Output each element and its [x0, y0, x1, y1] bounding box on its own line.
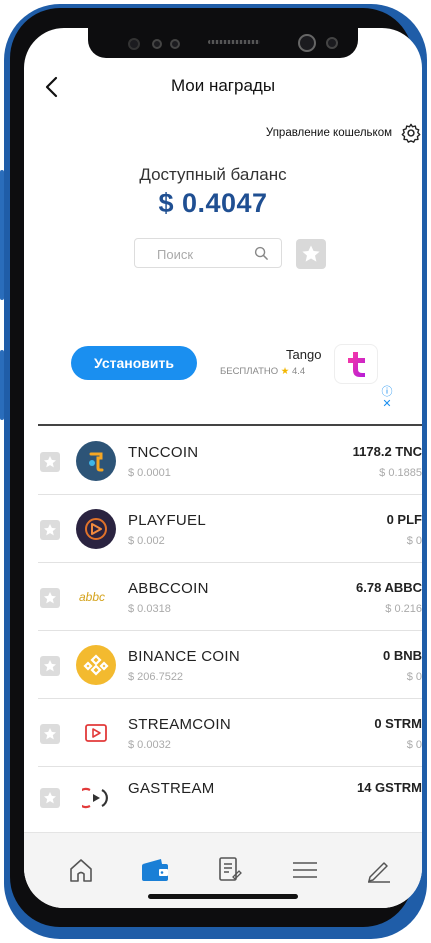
home-indicator[interactable] — [148, 894, 298, 899]
sensor-icon — [152, 39, 162, 49]
coin-name: STREAMCOIN — [128, 716, 232, 733]
star-icon[interactable] — [40, 452, 60, 472]
coin-price: $ 206.7522 — [128, 671, 184, 683]
coin-value: $ 0 — [406, 739, 422, 751]
gear-icon[interactable] — [400, 122, 422, 144]
tab-home[interactable] — [64, 853, 98, 887]
search-input[interactable] — [155, 246, 259, 263]
edit-icon[interactable] — [364, 855, 394, 885]
balance-label: Доступный баланс — [139, 165, 287, 184]
sensor-icon — [170, 39, 180, 49]
ad-app-name: Tango — [286, 347, 322, 362]
tab-wallet[interactable] — [138, 853, 172, 887]
star-icon — [302, 245, 320, 262]
phone-screen: Мои награды Управление кошельком Доступн… — [24, 28, 422, 908]
ad-controls[interactable]: ⓘ ✕ — [380, 386, 394, 412]
svg-text:abbc: abbc — [79, 590, 105, 604]
coin-price: $ 0.0318 — [128, 603, 171, 615]
menu-icon[interactable] — [290, 855, 320, 885]
sensor-icon — [326, 37, 338, 49]
star-icon[interactable] — [40, 724, 60, 744]
coin-value: $ 0.1885 — [379, 467, 422, 479]
tnccoin-logo-icon — [76, 441, 116, 481]
page-title: Мои награды — [170, 76, 276, 95]
coin-amount: 6.78 ABBC — [356, 580, 422, 595]
table-row[interactable]: GASTREAM 14 GSTRM — [38, 766, 422, 834]
app-header: Мои награды — [24, 68, 422, 108]
install-button[interactable]: Установить — [71, 346, 197, 380]
favorites-filter-button[interactable] — [296, 239, 326, 269]
gastream-logo-icon — [76, 778, 116, 818]
document-icon[interactable] — [214, 855, 244, 885]
coin-price: $ 0.0032 — [128, 739, 171, 751]
rating-star-icon: ★ — [280, 366, 290, 377]
streamcoin-logo-icon — [76, 713, 116, 753]
wallet-management-label[interactable]: Управление кошельком — [266, 127, 392, 139]
coin-amount: 1178.2 TNC — [352, 444, 422, 459]
star-icon[interactable] — [40, 520, 60, 540]
coin-value: $ 0 — [406, 535, 422, 547]
table-row[interactable]: TNCCOIN $ 0.0001 1178.2 TNC $ 0.1885 — [38, 426, 422, 495]
notch — [88, 28, 358, 58]
close-icon[interactable]: ✕ — [380, 398, 394, 410]
coin-amount: 14 GSTRM — [356, 780, 422, 795]
balance-value: $ 0.4047 — [158, 188, 268, 218]
table-row[interactable]: BINANCE COIN $ 206.7522 0 BNB $ 0 — [38, 630, 422, 699]
table-row[interactable]: abbc ABBCCOIN $ 0.0318 6.78 ABBC $ 0.216 — [38, 562, 422, 631]
table-row[interactable]: PLAYFUEL $ 0.002 0 PLF $ 0 — [38, 494, 422, 563]
camera-icon — [298, 34, 316, 52]
coin-name: TNCCOIN — [128, 444, 199, 461]
coin-price: $ 0.0001 — [128, 467, 171, 479]
star-icon[interactable] — [40, 588, 60, 608]
coin-amount: 0 PLF — [386, 512, 422, 527]
playfuel-logo-icon — [76, 509, 116, 549]
star-icon[interactable] — [40, 656, 60, 676]
power-button — [0, 350, 4, 420]
speaker-grille — [208, 40, 260, 44]
coin-name: ABBCCOIN — [128, 580, 209, 597]
coin-amount: 0 STRM — [374, 716, 422, 731]
search-box[interactable] — [134, 238, 282, 268]
wallet-icon[interactable] — [139, 855, 171, 885]
sensor-icon — [128, 38, 140, 50]
star-icon[interactable] — [40, 788, 60, 808]
table-row[interactable]: STREAMCOIN $ 0.0032 0 STRM $ 0 — [38, 698, 422, 767]
tango-logo[interactable] — [334, 344, 378, 384]
tab-documents[interactable] — [212, 853, 246, 887]
tab-menu[interactable] — [288, 853, 322, 887]
search-icon[interactable] — [254, 246, 269, 261]
tab-edit[interactable] — [362, 853, 396, 887]
coin-value: $ 0 — [406, 671, 422, 683]
wallet-management[interactable]: Управление кошельком — [266, 122, 422, 144]
coin-value: $ 0.216 — [385, 603, 422, 615]
ad-app-meta: БЕСПЛАТНО ★ 4.4 — [220, 366, 305, 377]
coin-name: BINANCE COIN — [128, 648, 240, 665]
ad-price-label: БЕСПЛАТНО — [220, 366, 279, 377]
home-icon[interactable] — [66, 855, 96, 885]
binance-logo-icon — [76, 645, 116, 685]
ad-banner[interactable]: Установить Tango БЕСПЛАТНО ★ 4.4 ⓘ ✕ — [24, 338, 422, 418]
ad-rating: 4.4 — [291, 366, 306, 377]
coin-amount: 0 BNB — [382, 648, 422, 663]
coin-price: $ 0.002 — [128, 535, 165, 547]
info-icon[interactable]: ⓘ — [380, 386, 394, 398]
volume-button — [0, 170, 4, 300]
abbc-logo-icon: abbc — [76, 577, 116, 617]
coin-name: GASTREAM — [128, 780, 215, 797]
coin-name: PLAYFUEL — [128, 512, 206, 529]
